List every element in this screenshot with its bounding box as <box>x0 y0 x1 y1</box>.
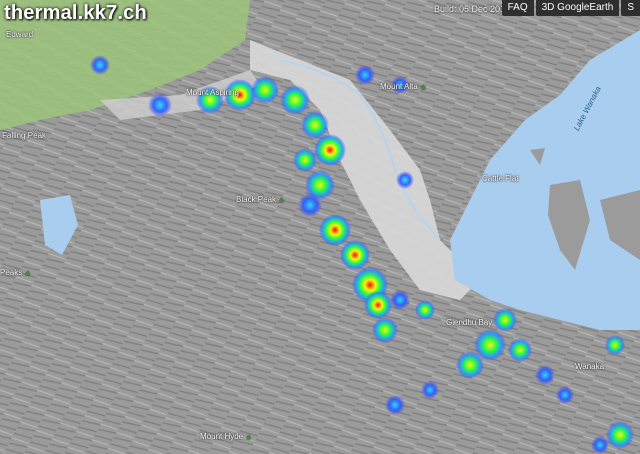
terrain-layer <box>0 0 640 454</box>
label-peaks: Peaks ▲ <box>0 268 31 277</box>
label-mount-aspiring-text: Mount Aspiring <box>186 88 239 97</box>
label-black-peak: Black Peak ▲ <box>236 195 285 204</box>
site-title[interactable]: thermal.kk7.ch <box>4 2 147 25</box>
label-glendhu-bay: Glendhu Bay <box>446 318 493 327</box>
label-mount-alta-text: Mount Alta <box>380 82 418 91</box>
peak-icon: ▲ <box>24 270 32 277</box>
label-cattle-flat: Cattle Flat <box>482 174 519 183</box>
label-falling-peak: Falling Peak <box>2 131 47 140</box>
peak-icon: ▲ <box>245 434 253 441</box>
label-mount-hyde: Mount Hyde ▲ <box>200 432 252 441</box>
label-peaks-text: Peaks <box>0 268 23 277</box>
top-nav: FAQ 3D GoogleEarth S <box>500 0 640 16</box>
thermal-map[interactable]: thermal.kk7.ch Build: 05 Dec 2017 FAQ 3D… <box>0 0 640 454</box>
label-mount-hyde-text: Mount Hyde <box>200 432 244 441</box>
faq-button[interactable]: FAQ <box>501 0 534 16</box>
label-wanaka: Wanaka <box>575 362 605 371</box>
label-mount-alta: Mount Alta ▲ <box>380 82 427 91</box>
label-black-peak-text: Black Peak <box>236 195 277 204</box>
label-edward: Edward <box>6 30 34 39</box>
peak-icon: ▲ <box>278 197 285 204</box>
google-earth-button[interactable]: 3D GoogleEarth <box>535 0 620 16</box>
peak-icon: ▲ <box>419 84 427 91</box>
nav-button-s[interactable]: S <box>621 0 640 16</box>
label-mount-aspiring: Mount Aspiring <box>186 88 239 97</box>
